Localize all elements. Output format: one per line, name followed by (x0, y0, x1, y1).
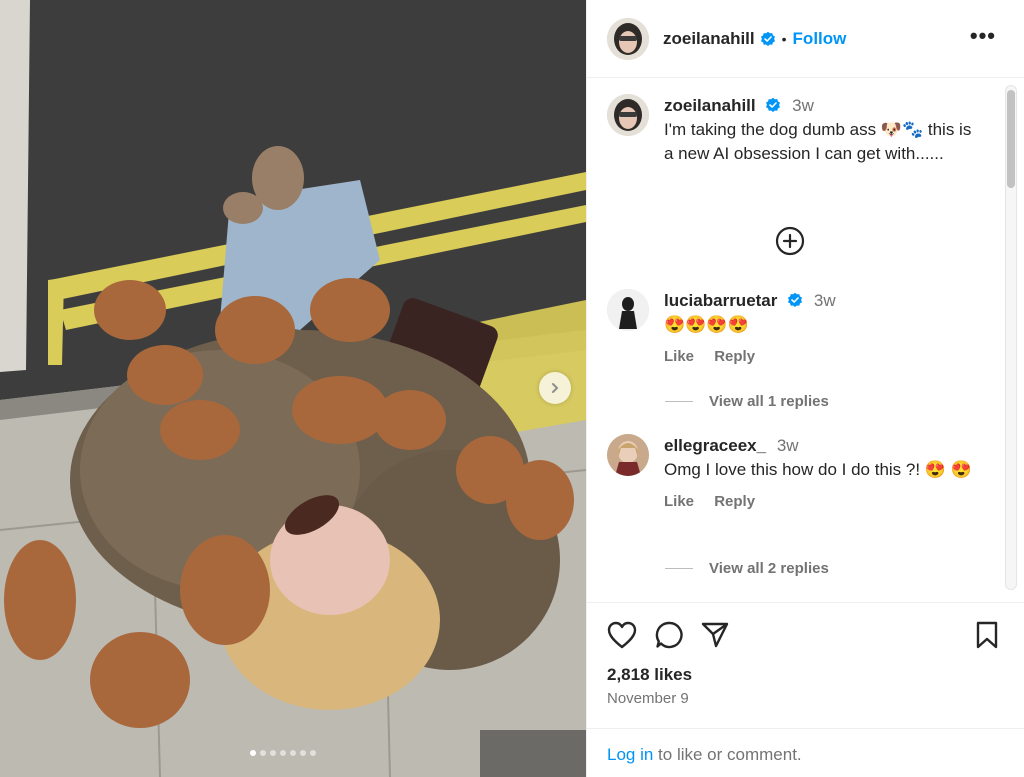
plus-circle-icon[interactable] (774, 225, 806, 257)
comment-time: 3w (813, 291, 836, 310)
caption: zoeilanahill 3w I'm taking the dog dumb … (607, 94, 974, 166)
scrollbar-thumb[interactable] (1007, 90, 1015, 188)
divider (665, 568, 693, 569)
view-replies-label: View all 1 replies (709, 393, 829, 410)
comment-icon[interactable] (655, 621, 683, 649)
view-replies-label: View all 2 replies (709, 560, 829, 577)
comment-item: luciabarruetar 3w 😍😍😍😍 Like Reply (607, 289, 974, 369)
post-header: zoeilanahill • Follow ••• (587, 0, 1024, 78)
comment-text: Omg I love this how do I do this ?! 😍 😍 (664, 460, 972, 479)
avatar-image (607, 94, 649, 136)
avatar[interactable] (607, 289, 649, 331)
carousel-dot (290, 750, 296, 756)
post-media[interactable] (0, 0, 586, 777)
avatar-image (607, 17, 649, 60)
post-footer: 2,818 likes November 9 Log in to like or… (587, 602, 1024, 777)
carousel-dot (310, 750, 316, 756)
avatar[interactable] (607, 17, 649, 60)
reply-button[interactable]: Reply (714, 348, 755, 365)
post-date: November 9 (607, 690, 689, 707)
comments-scrollbar[interactable] (1005, 85, 1017, 590)
view-replies-button[interactable]: View all 1 replies (665, 393, 829, 410)
next-image-button[interactable] (539, 372, 571, 404)
comment-time: 3w (776, 436, 799, 455)
follow-button[interactable]: Follow (793, 29, 847, 49)
likes-count[interactable]: 2,818 likes (607, 665, 692, 685)
caption-text: I'm taking the dog dumb ass 🐶🐾 this is a… (664, 120, 972, 163)
login-prompt-text: to like or comment. (653, 745, 802, 764)
heart-icon[interactable] (607, 621, 637, 649)
chevron-right-icon (552, 383, 559, 393)
post-photo (0, 0, 586, 777)
reply-button[interactable]: Reply (714, 493, 755, 510)
comments-section[interactable]: zoeilanahill 3w I'm taking the dog dumb … (587, 79, 1024, 602)
caption-time: 3w (792, 96, 814, 115)
like-comment-button[interactable]: Like (664, 493, 694, 510)
verified-badge-icon (766, 97, 781, 112)
share-icon[interactable] (701, 621, 729, 649)
avatar-image (607, 289, 649, 331)
post-username[interactable]: zoeilanahill (663, 29, 755, 49)
login-prompt: Log in to like or comment. (587, 728, 1024, 777)
comment-username[interactable]: luciabarruetar (664, 291, 777, 310)
carousel-dot (250, 750, 256, 756)
verified-badge-icon (788, 292, 803, 307)
avatar[interactable] (607, 434, 649, 476)
avatar[interactable] (607, 94, 649, 136)
carousel-dot (280, 750, 286, 756)
verified-badge-icon (760, 31, 775, 46)
carousel-dot (300, 750, 306, 756)
bookmark-icon[interactable] (975, 621, 999, 649)
carousel-indicator (250, 750, 316, 756)
view-replies-button[interactable]: View all 2 replies (665, 560, 829, 577)
post-panel: zoeilanahill • Follow ••• zoeilanahill 3… (586, 0, 1024, 777)
like-comment-button[interactable]: Like (664, 348, 694, 365)
comment-text: 😍😍😍😍 (664, 315, 749, 334)
comment-username[interactable]: ellegraceex_ (664, 436, 766, 455)
separator-dot: • (781, 30, 787, 47)
divider (665, 401, 693, 402)
carousel-dot (260, 750, 266, 756)
more-options-icon[interactable]: ••• (970, 25, 996, 47)
avatar-image (607, 434, 649, 476)
comment-item: ellegraceex_ 3w Omg I love this how do I… (607, 434, 974, 514)
caption-username[interactable]: zoeilanahill (664, 96, 756, 115)
carousel-dot (270, 750, 276, 756)
login-link[interactable]: Log in (607, 745, 653, 764)
